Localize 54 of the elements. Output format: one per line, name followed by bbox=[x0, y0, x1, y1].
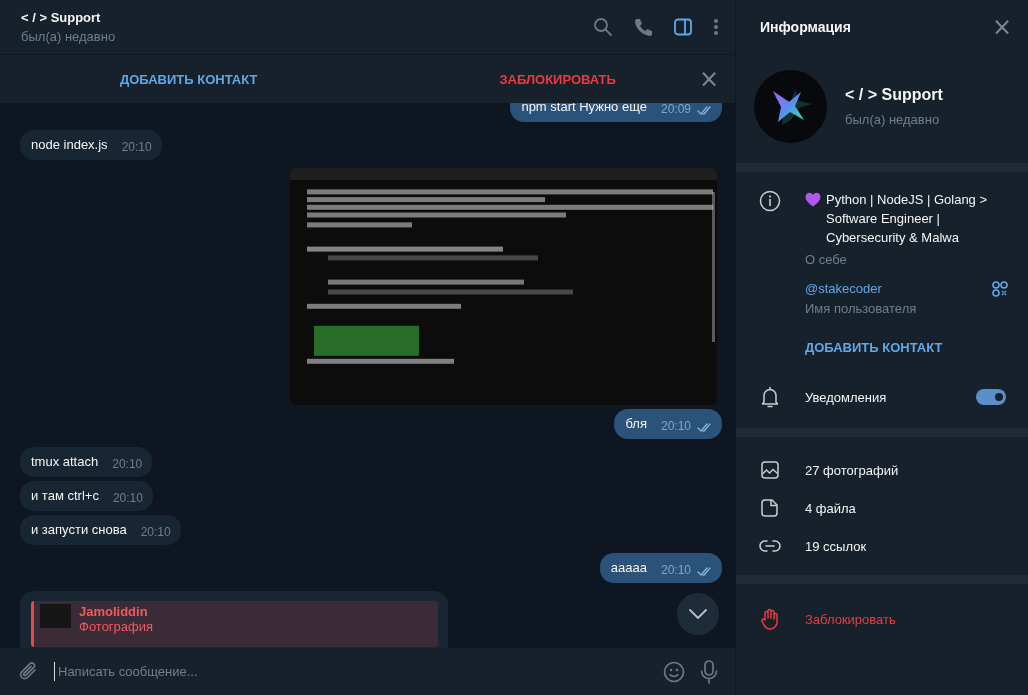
profile-status: был(а) недавно bbox=[845, 112, 941, 127]
sidebar-icon[interactable] bbox=[673, 17, 693, 37]
chat-status: был(а) недавно bbox=[21, 29, 117, 44]
media-link[interactable]: 4 файла bbox=[805, 500, 856, 516]
hand-icon bbox=[760, 608, 780, 630]
block-button[interactable]: Заблокировать bbox=[805, 611, 896, 627]
bio-text: Python | NodeJS | Golang > Software Engineer | Cybersecurity & Malwa bbox=[826, 191, 989, 247]
chevron-down-icon bbox=[689, 609, 707, 619]
add-contact-button[interactable]: ДОБАВИТЬ КОНТАКТ bbox=[805, 340, 943, 355]
scroll-down-button[interactable] bbox=[677, 593, 719, 635]
message-input[interactable]: Написать сообщение... bbox=[54, 662, 649, 681]
qr-code-icon[interactable] bbox=[992, 281, 1008, 297]
phone-icon[interactable] bbox=[633, 17, 653, 37]
microphone-icon[interactable] bbox=[699, 659, 719, 684]
search-icon[interactable] bbox=[593, 17, 613, 37]
panel-title: Информация bbox=[760, 19, 852, 35]
close-button[interactable]: × bbox=[989, 17, 1014, 37]
file-icon bbox=[760, 498, 780, 518]
message-text: бля bbox=[625, 415, 647, 433]
message-time: 20:10 bbox=[112, 457, 143, 471]
heart-icon bbox=[805, 192, 821, 207]
media-link[interactable]: 27 фотографий bbox=[805, 462, 899, 478]
block-button[interactable]: ЗАБЛОКИРОВАТЬ bbox=[491, 65, 624, 93]
notifications-label: Уведомления bbox=[805, 389, 888, 405]
info-icon bbox=[759, 190, 781, 212]
media-link[interactable]: 19 ссылок bbox=[805, 538, 867, 554]
message-time: 20:10 bbox=[121, 140, 152, 154]
more-icon[interactable] bbox=[713, 17, 719, 37]
reply-author: Jamoliddin bbox=[79, 604, 149, 619]
reply-quote[interactable]: Jamoliddin Фотография bbox=[31, 601, 438, 647]
username[interactable]: @stakecoder bbox=[805, 281, 968, 296]
message-text: и запусти снова bbox=[31, 521, 127, 539]
link-icon bbox=[759, 539, 781, 553]
message-time: 20:10 bbox=[660, 419, 691, 433]
notifications-toggle[interactable] bbox=[976, 389, 1006, 405]
bell-icon bbox=[760, 386, 780, 408]
username-label: Имя пользователя bbox=[805, 301, 918, 316]
bio-label: О себе bbox=[805, 252, 848, 267]
message-time: 20:10 bbox=[112, 491, 143, 505]
message-text: и там ctrl+c bbox=[31, 487, 99, 505]
message-text: node index.js bbox=[31, 136, 108, 154]
add-contact-button[interactable]: ДОБАВИТЬ КОНТАКТ bbox=[112, 65, 266, 93]
emoji-icon[interactable] bbox=[663, 660, 685, 683]
message-text: tmux attach bbox=[31, 453, 99, 471]
message-time: 20:10 bbox=[660, 563, 691, 577]
chat-title: < / > Support bbox=[21, 10, 102, 25]
message-text: ааааа bbox=[610, 559, 647, 577]
message-time: 20:09 bbox=[660, 103, 691, 116]
close-button[interactable]: × bbox=[696, 69, 721, 89]
image-icon bbox=[760, 460, 780, 480]
profile-name: < / > Support bbox=[845, 86, 943, 104]
reply-text: Фотография bbox=[79, 619, 154, 634]
message-time: 20:10 bbox=[140, 525, 171, 539]
photo-thumbnail bbox=[40, 604, 71, 628]
